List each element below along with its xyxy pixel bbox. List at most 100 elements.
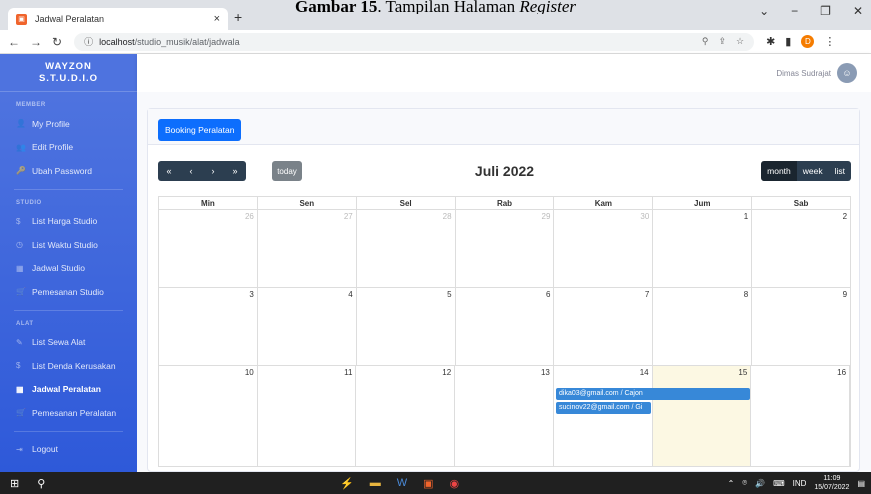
clock-icon: ◷: [16, 240, 23, 250]
calendar-day-cell[interactable]: 27: [258, 210, 357, 287]
sidebar-item-jadwal-studio[interactable]: ▦ Jadwal Studio: [0, 257, 137, 281]
calendar-day-cell[interactable]: 29: [456, 210, 555, 287]
view-list-button[interactable]: list: [828, 161, 851, 181]
file-explorer-icon[interactable]: ▬: [370, 477, 381, 490]
day-number[interactable]: 14: [640, 368, 649, 377]
calendar-day-cell[interactable]: 5: [357, 288, 456, 365]
calendar-day-cell[interactable]: 9: [752, 288, 850, 365]
day-number[interactable]: 4: [348, 290, 352, 299]
sidebar-item-edit-profile[interactable]: 👥 Edit Profile: [0, 136, 137, 160]
volume-icon[interactable]: 🔊: [755, 479, 765, 488]
calendar-day-cell[interactable]: 26: [159, 210, 258, 287]
day-number[interactable]: 27: [344, 212, 353, 221]
close-tab-icon[interactable]: ×: [214, 13, 220, 25]
sidebar-item-jadwal-peralatan[interactable]: ▦ Jadwal Peralatan: [0, 378, 137, 402]
browser-menu-icon[interactable]: ⋮: [824, 35, 835, 48]
view-month-button[interactable]: month: [761, 161, 797, 181]
calendar-day-cell[interactable]: 11: [258, 366, 357, 466]
day-number[interactable]: 5: [447, 290, 451, 299]
day-number[interactable]: 1: [744, 212, 748, 221]
day-number[interactable]: 26: [245, 212, 254, 221]
share-icon[interactable]: ⇪: [718, 36, 726, 47]
weekday-header: Sab: [793, 199, 809, 208]
brand-logo[interactable]: WAYZON S.T.U.D.I.O: [0, 54, 137, 92]
day-number[interactable]: 13: [541, 368, 550, 377]
tray-chevron-icon[interactable]: ⌃: [728, 479, 735, 488]
sidebar-item-label: Logout: [32, 444, 58, 455]
day-number[interactable]: 6: [546, 290, 550, 299]
calendar-day-cell[interactable]: 8: [653, 288, 753, 365]
back-icon[interactable]: ←: [8, 35, 20, 49]
day-number[interactable]: 16: [837, 368, 846, 377]
calendar-day-cell[interactable]: 3: [159, 288, 258, 365]
sidebar-item-list-waktu-studio[interactable]: ◷ List Waktu Studio: [0, 233, 137, 257]
calendar-day-cell[interactable]: 10: [159, 366, 258, 466]
calendar-day-cell[interactable]: 2: [752, 210, 850, 287]
calendar-day-cell[interactable]: 13: [455, 366, 554, 466]
calendar-day-cell[interactable]: 15: [652, 366, 752, 466]
extensions-icon[interactable]: ✱: [766, 35, 775, 48]
sidebar-item-label: Jadwal Peralatan: [32, 384, 101, 395]
day-number[interactable]: 28: [443, 212, 452, 221]
day-number[interactable]: 29: [542, 212, 551, 221]
calendar-day-cell[interactable]: 30: [554, 210, 654, 287]
avatar[interactable]: ☺: [837, 63, 857, 83]
day-number[interactable]: 9: [843, 290, 847, 299]
sidebar-item-list-denda-kerusakan[interactable]: $ List Denda Kerusakan: [0, 354, 137, 378]
tab-title: Jadwal Peralatan: [35, 14, 105, 24]
day-number[interactable]: 10: [245, 368, 254, 377]
card-header: Booking Peralatan: [148, 109, 859, 145]
zoom-icon[interactable]: ⚲: [702, 36, 709, 47]
sidebar-item-pemesanan-studio[interactable]: 🛒 Pemesanan Studio: [0, 280, 137, 304]
keyboard-icon[interactable]: ⌨: [773, 479, 785, 488]
calendar-day-cell[interactable]: 12: [356, 366, 456, 466]
app-icon[interactable]: ⚡: [340, 477, 354, 490]
calendar-event[interactable]: dika03@gmail.com / Cajon: [556, 388, 750, 400]
forward-icon[interactable]: →: [30, 35, 42, 49]
day-number[interactable]: 3: [249, 290, 253, 299]
user-name[interactable]: Dimas Sudrajat: [776, 69, 831, 78]
booking-peralatan-button[interactable]: Booking Peralatan: [158, 119, 242, 141]
day-number[interactable]: 8: [744, 290, 748, 299]
url-path: /studio_musik/alat/jadwala: [134, 36, 240, 47]
sidebar-item-pemesanan-peralatan[interactable]: 🛒 Pemesanan Peralatan: [0, 401, 137, 425]
calendar-event[interactable]: sucinov22@gmail.com / Gi: [556, 402, 651, 414]
sidebar-item-ubah-password[interactable]: 🔑 Ubah Password: [0, 159, 137, 183]
word-icon[interactable]: W: [397, 477, 407, 490]
sidebar-item-list-harga-studio[interactable]: $ List Harga Studio: [0, 210, 137, 234]
calendar-toolbar: « ‹ › » today Juli 2022 month week list: [158, 161, 851, 185]
search-icon[interactable]: ⚲: [37, 477, 45, 490]
app-icon[interactable]: ▣: [423, 477, 433, 490]
calendar-day-cell[interactable]: 6: [456, 288, 555, 365]
day-number[interactable]: 12: [442, 368, 451, 377]
day-number[interactable]: 30: [640, 212, 649, 221]
day-number[interactable]: 7: [645, 290, 649, 299]
sidebar-item-my-profile[interactable]: 👤 My Profile: [0, 112, 137, 136]
notification-icon[interactable]: ▤: [857, 479, 865, 488]
calendar-day-cell[interactable]: 28: [357, 210, 456, 287]
chrome-icon[interactable]: ◉: [450, 477, 460, 490]
url-input[interactable]: ⓘ localhost/studio_musik/alat/jadwala ⚲ …: [74, 32, 755, 51]
bookmark-star-icon[interactable]: ☆: [736, 36, 744, 47]
side-panel-icon[interactable]: ▮: [785, 35, 791, 48]
calendar-day-cell[interactable]: 4: [258, 288, 357, 365]
day-number[interactable]: 15: [738, 368, 747, 377]
calendar-day-cell[interactable]: 1: [653, 210, 753, 287]
calendar-day-cell[interactable]: 16: [751, 366, 851, 466]
sidebar-item-list-sewa-alat[interactable]: ✎ List Sewa Alat: [0, 331, 137, 355]
windows-start-icon[interactable]: ⊞: [10, 477, 19, 490]
view-week-button[interactable]: week: [796, 161, 829, 181]
sidebar-item-logout[interactable]: ⇥ Logout: [0, 438, 137, 462]
key-icon: 🔑: [16, 166, 26, 176]
reload-icon[interactable]: ↻: [52, 35, 62, 49]
dollar-icon: $: [16, 361, 21, 371]
network-icon[interactable]: ⌾: [742, 478, 747, 488]
clock[interactable]: 11:09 15/07/2022: [814, 474, 849, 492]
language-indicator[interactable]: IND: [793, 479, 807, 488]
calendar-day-cell[interactable]: 14: [554, 366, 653, 466]
calendar-day-cell[interactable]: 7: [554, 288, 654, 365]
day-number[interactable]: 2: [843, 212, 847, 221]
profile-avatar[interactable]: D: [801, 35, 815, 48]
info-icon[interactable]: ⓘ: [84, 35, 93, 48]
day-number[interactable]: 11: [344, 368, 352, 377]
